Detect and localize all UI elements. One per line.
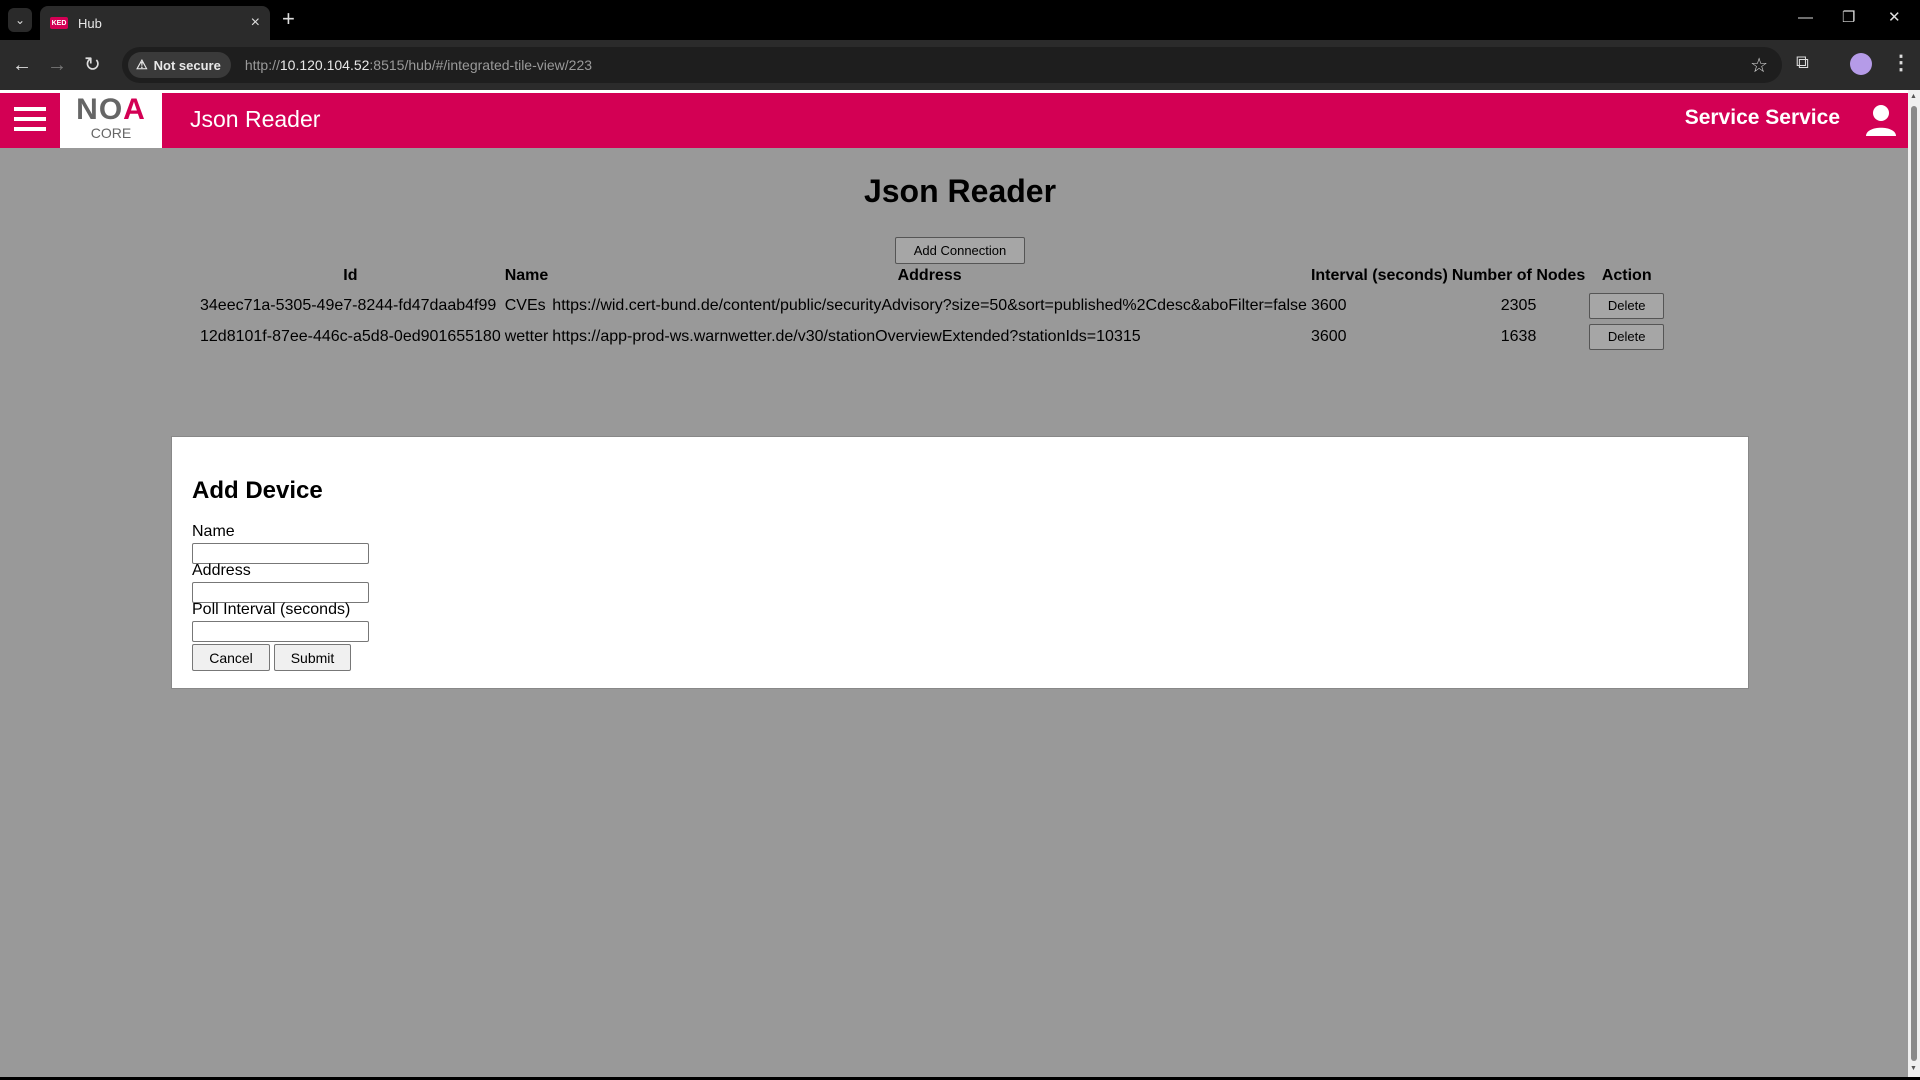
column-header-interval: Interval (seconds) (1310, 267, 1448, 284)
cell-action: Delete (1587, 290, 1666, 321)
add-device-panel: Add Device Name Address Poll Interval (s… (171, 436, 1749, 689)
poll-interval-input[interactable] (192, 621, 369, 642)
delete-button[interactable]: Delete (1589, 292, 1665, 319)
add-connection-button[interactable]: Add Connection (895, 237, 1025, 264)
minimize-icon[interactable]: — (1798, 8, 1813, 28)
cell-name: CVEs (504, 296, 546, 314)
browser-tab[interactable]: KED Hub × (40, 6, 270, 40)
delete-button[interactable]: Delete (1589, 323, 1665, 350)
restore-icon[interactable]: ❐ (1842, 8, 1855, 28)
forward-arrow-icon[interactable]: → (47, 53, 67, 77)
cancel-button[interactable]: Cancel (192, 644, 270, 671)
tab-close-icon[interactable]: × (251, 15, 260, 31)
security-label: Not secure (153, 57, 221, 73)
browser-tab-strip: ⌄ KED Hub × + — ❐ ✕ (0, 0, 1920, 40)
connections-table: Id Name Address Interval (seconds) Numbe… (198, 262, 1666, 352)
star-icon[interactable]: ☆ (1750, 53, 1768, 78)
cell-interval: 3600 (1310, 296, 1347, 314)
cell-interval: 3600 (1310, 327, 1347, 345)
cell-action: Delete (1587, 321, 1666, 352)
cell-id: 34eec71a-5305-49e7-8244-fd47daab4f99 (200, 296, 497, 314)
logo-wordmark: NOA (76, 93, 146, 126)
cell-name: wetter (504, 327, 549, 345)
logo-subtitle: CORE (90, 125, 132, 141)
column-header-name: Name (504, 267, 549, 284)
cell-address: https://app-prod-ws.warnwetter.de/v30/st… (552, 327, 1141, 345)
column-header-id: Id (343, 267, 358, 284)
reload-icon[interactable]: ↻ (84, 53, 101, 77)
favicon-icon: KED (50, 17, 68, 29)
tab-search-chevron-icon[interactable]: ⌄ (8, 8, 32, 32)
new-tab-icon[interactable]: + (282, 8, 295, 30)
user-name[interactable]: Service Service (1685, 106, 1840, 130)
warning-icon: ⚠ (136, 57, 148, 72)
address-bar[interactable]: ⚠ Not secure http://10.120.104.52:8515/h… (122, 47, 1782, 83)
page-viewport: NOA CORE Json Reader Service Service Jso… (0, 90, 1908, 1077)
url-scheme: http:// (244, 57, 280, 73)
page-heading: Json Reader (863, 173, 1057, 209)
scroll-thumb[interactable] (1911, 106, 1917, 1061)
table-row: 34eec71a-5305-49e7-8244-fd47daab4f99 CVE… (198, 290, 1666, 321)
submit-button[interactable]: Submit (274, 644, 351, 671)
profile-avatar[interactable] (1850, 53, 1872, 75)
url-text[interactable]: http://10.120.104.52:8515/hub/#/integrat… (245, 57, 592, 73)
page-scrollbar[interactable]: ▲ ▼ (1908, 90, 1920, 1077)
cell-nodes: 2305 (1500, 296, 1537, 314)
address-label: Address (192, 562, 251, 579)
add-device-title: Add Device (192, 477, 323, 504)
poll-interval-label: Poll Interval (seconds) (192, 601, 351, 618)
url-path: :8515/hub/#/integrated-tile-view/223 (369, 57, 593, 73)
puzzle-icon[interactable]: ⧉ (1796, 52, 1809, 73)
hamburger-icon[interactable] (14, 107, 46, 133)
app-title: Json Reader (190, 106, 321, 132)
noa-core-logo[interactable]: NOA CORE (60, 93, 162, 148)
window-close-icon[interactable]: ✕ (1888, 8, 1901, 28)
cell-id: 12d8101f-87ee-446c-a5d8-0ed901655180 (200, 327, 501, 345)
address-input[interactable] (192, 582, 369, 603)
scroll-down-icon[interactable]: ▼ (1910, 1065, 1917, 1072)
name-label: Name (192, 523, 235, 540)
scroll-up-icon[interactable]: ▲ (1910, 93, 1917, 100)
user-icon[interactable] (1864, 103, 1898, 137)
column-header-action: Action (1601, 267, 1652, 284)
column-header-address: Address (897, 267, 962, 284)
table-row: 12d8101f-87ee-446c-a5d8-0ed901655180 wet… (198, 321, 1666, 352)
back-arrow-icon[interactable]: ← (12, 53, 32, 77)
tab-title: Hub (78, 15, 102, 31)
cell-nodes: 1638 (1500, 327, 1537, 345)
security-chip[interactable]: ⚠ Not secure (128, 52, 231, 78)
cell-address: https://wid.cert-bund.de/content/public/… (552, 296, 1307, 314)
url-host: 10.120.104.52 (279, 57, 370, 73)
app-header: NOA CORE Json Reader Service Service (0, 90, 1908, 148)
browser-toolbar: ← → ↻ ⚠ Not secure http://10.120.104.52:… (0, 40, 1920, 90)
column-header-nodes: Number of Nodes (1451, 267, 1586, 284)
browser-menu-icon[interactable]: ⋮ (1891, 50, 1911, 75)
name-input[interactable] (192, 543, 369, 564)
table-header-row: Id Name Address Interval (seconds) Numbe… (198, 262, 1666, 290)
